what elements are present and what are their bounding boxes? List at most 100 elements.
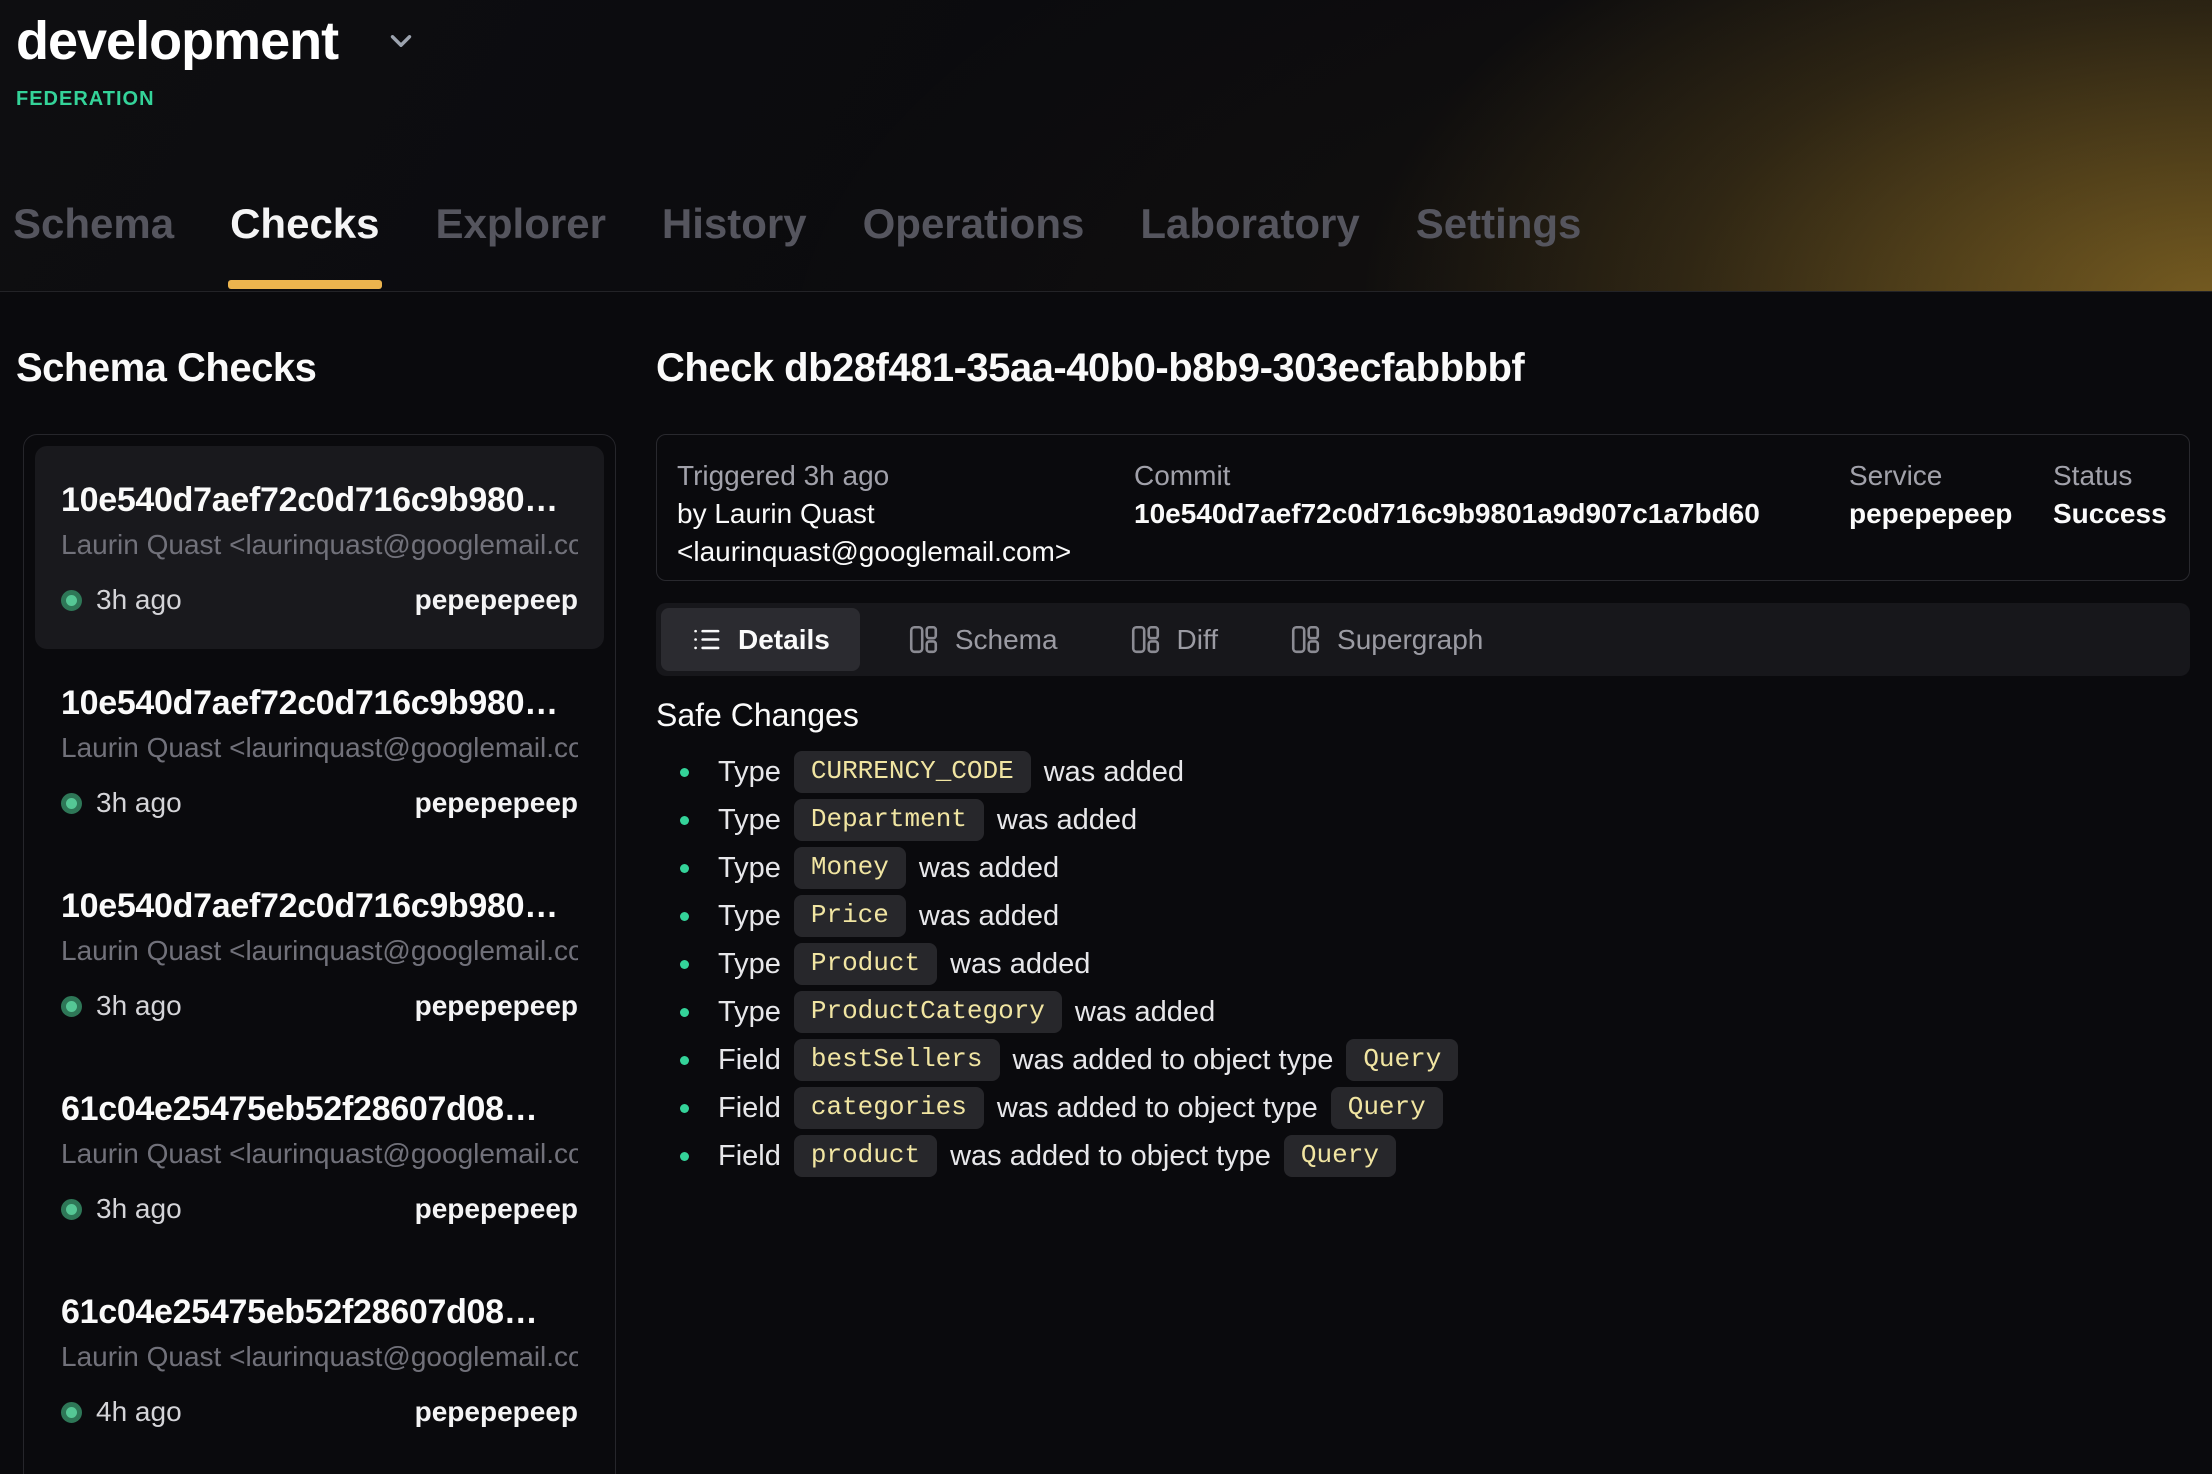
safe-changes-section: Safe Changes Type CURRENCY_CODE was adde… [656, 697, 2156, 1180]
columns-icon [908, 624, 939, 655]
status-value: Success [2053, 495, 2169, 533]
change-code-badge: Price [794, 895, 906, 938]
change-suffix: was added [1044, 756, 1184, 789]
nav-tab-checks[interactable]: Checks [230, 203, 379, 291]
check-list-item[interactable]: 61c04e25475eb52f28607d08… Laurin Quast <… [35, 1258, 604, 1461]
meta-status: Status Success [2053, 457, 2169, 580]
project-switcher[interactable]: development [16, 6, 418, 76]
check-meta-row: 3h ago pepepepeep [61, 787, 578, 819]
detail-tab-diff[interactable]: Diff [1106, 608, 1243, 671]
project-type-badge: FEDERATION [16, 88, 155, 111]
triggered-by: by Laurin Quast [677, 495, 1134, 533]
change-code-badge: product [794, 1135, 937, 1178]
change-target-badge: Query [1331, 1087, 1443, 1130]
nav-tab-explorer[interactable]: Explorer [436, 203, 606, 291]
meta-service: Service pepepepeep [1849, 457, 2053, 580]
check-meta-row: 3h ago pepepepeep [61, 990, 578, 1022]
status-label: Status [2053, 457, 2169, 495]
change-code-badge: Money [794, 847, 906, 890]
nav-tab-schema[interactable]: Schema [13, 203, 174, 291]
change-target-badge: Query [1346, 1039, 1458, 1082]
check-time: 3h ago [96, 584, 182, 616]
check-author: Laurin Quast <laurinquast@googlemail.co… [61, 1342, 578, 1372]
check-author: Laurin Quast <laurinquast@googlemail.co… [61, 1139, 578, 1169]
service-value: pepepepeep [1849, 495, 2053, 533]
check-meta-box: Triggered 3h ago by Laurin Quast <laurin… [656, 434, 2190, 581]
chevron-down-icon[interactable] [384, 24, 418, 58]
check-time: 3h ago [96, 1193, 182, 1225]
check-detail-title: Check db28f481-35aa-40b0-b8b9-303ecfabbb… [656, 346, 1524, 391]
check-service-name: pepepepeep [415, 990, 578, 1022]
check-commit-title: 10e540d7aef72c0d716c9b980… [61, 685, 578, 721]
change-code-badge: bestSellers [794, 1039, 1000, 1082]
status-dot-icon [61, 793, 82, 814]
change-prefix: Type [718, 900, 781, 933]
check-service-name: pepepepeep [415, 1396, 578, 1428]
nav-tab-settings[interactable]: Settings [1416, 203, 1582, 291]
detail-tab-supergraph[interactable]: Supergraph [1266, 608, 1507, 671]
bullet-icon [680, 912, 689, 921]
check-commit-title: 10e540d7aef72c0d716c9b980… [61, 482, 578, 518]
check-list-item[interactable]: 10e540d7aef72c0d716c9b980… Laurin Quast … [35, 649, 604, 852]
change-suffix: was added to object type [950, 1140, 1271, 1173]
change-suffix: was added [950, 948, 1090, 981]
check-commit-title: 61c04e25475eb52f28607d08… [61, 1294, 578, 1330]
schema-checks-list: 10e540d7aef72c0d716c9b980… Laurin Quast … [23, 434, 616, 1474]
bullet-icon [680, 960, 689, 969]
safe-changes-list: Type CURRENCY_CODE was added Type Depart… [656, 748, 2156, 1180]
commit-label: Commit [1134, 457, 1849, 495]
change-row: Type Product was added [656, 940, 2156, 988]
app-root: development FEDERATION Schema Checks Explo… [0, 0, 2212, 1474]
change-prefix: Field [718, 1140, 781, 1173]
check-meta-row: 3h ago pepepepeep [61, 1193, 578, 1225]
check-author: Laurin Quast <laurinquast@googlemail.co… [61, 530, 578, 560]
nav-tab-laboratory[interactable]: Laboratory [1140, 203, 1359, 291]
change-code-badge: Department [794, 799, 984, 842]
status-dot-icon [61, 590, 82, 611]
change-code-badge: CURRENCY_CODE [794, 751, 1031, 794]
change-suffix: was added to object type [1013, 1044, 1334, 1077]
check-list-item[interactable]: 61c04e25475eb52f28607d08… Laurin Quast <… [35, 1055, 604, 1258]
meta-commit: Commit 10e540d7aef72c0d716c9b9801a9d907c… [1134, 457, 1849, 580]
status-dot-icon [61, 996, 82, 1017]
change-row: Type ProductCategory was added [656, 988, 2156, 1036]
check-list-item[interactable]: 10e540d7aef72c0d716c9b980… Laurin Quast … [35, 852, 604, 1055]
status-dot-icon [61, 1402, 82, 1423]
check-time: 4h ago [96, 1396, 182, 1428]
triggered-label: Triggered 3h ago [677, 457, 1134, 495]
check-service-name: pepepepeep [415, 1193, 578, 1225]
status-dot-icon [61, 1199, 82, 1220]
change-code-badge: categories [794, 1087, 984, 1130]
change-prefix: Field [718, 1092, 781, 1125]
check-list-item[interactable]: 10e540d7aef72c0d716c9b980… Laurin Quast … [35, 446, 604, 649]
bullet-icon [680, 1104, 689, 1113]
bullet-icon [680, 1056, 689, 1065]
page-title: development [16, 6, 338, 76]
page-header: development FEDERATION Schema Checks Explo… [0, 0, 2212, 292]
columns-icon [1130, 624, 1161, 655]
change-row: Type Money was added [656, 844, 2156, 892]
change-suffix: was added to object type [997, 1092, 1318, 1125]
change-prefix: Type [718, 852, 781, 885]
detail-tab-details[interactable]: Details [661, 608, 860, 671]
change-row: Type Price was added [656, 892, 2156, 940]
list-icon [691, 624, 722, 655]
change-row: Field categories was added to object typ… [656, 1084, 2156, 1132]
columns-icon [1290, 624, 1321, 655]
change-suffix: was added [919, 852, 1059, 885]
check-author: Laurin Quast <laurinquast@googlemail.co… [61, 936, 578, 966]
main-nav: Schema Checks Explorer History Operations Lab… [13, 203, 1581, 291]
detail-tab-schema[interactable]: Schema [884, 608, 1082, 671]
change-row: Type CURRENCY_CODE was added [656, 748, 2156, 796]
nav-tab-history[interactable]: History [662, 203, 807, 291]
check-time: 3h ago [96, 990, 182, 1022]
nav-tab-operations[interactable]: Operations [863, 203, 1085, 291]
change-target-badge: Query [1284, 1135, 1396, 1178]
change-suffix: was added [919, 900, 1059, 933]
change-row: Field product was added to object type Q… [656, 1132, 2156, 1180]
check-author: Laurin Quast <laurinquast@googlemail.co… [61, 733, 578, 763]
meta-triggered: Triggered 3h ago by Laurin Quast <laurin… [677, 457, 1134, 580]
safe-changes-title: Safe Changes [656, 697, 2156, 734]
service-label: Service [1849, 457, 2053, 495]
change-row: Type Department was added [656, 796, 2156, 844]
